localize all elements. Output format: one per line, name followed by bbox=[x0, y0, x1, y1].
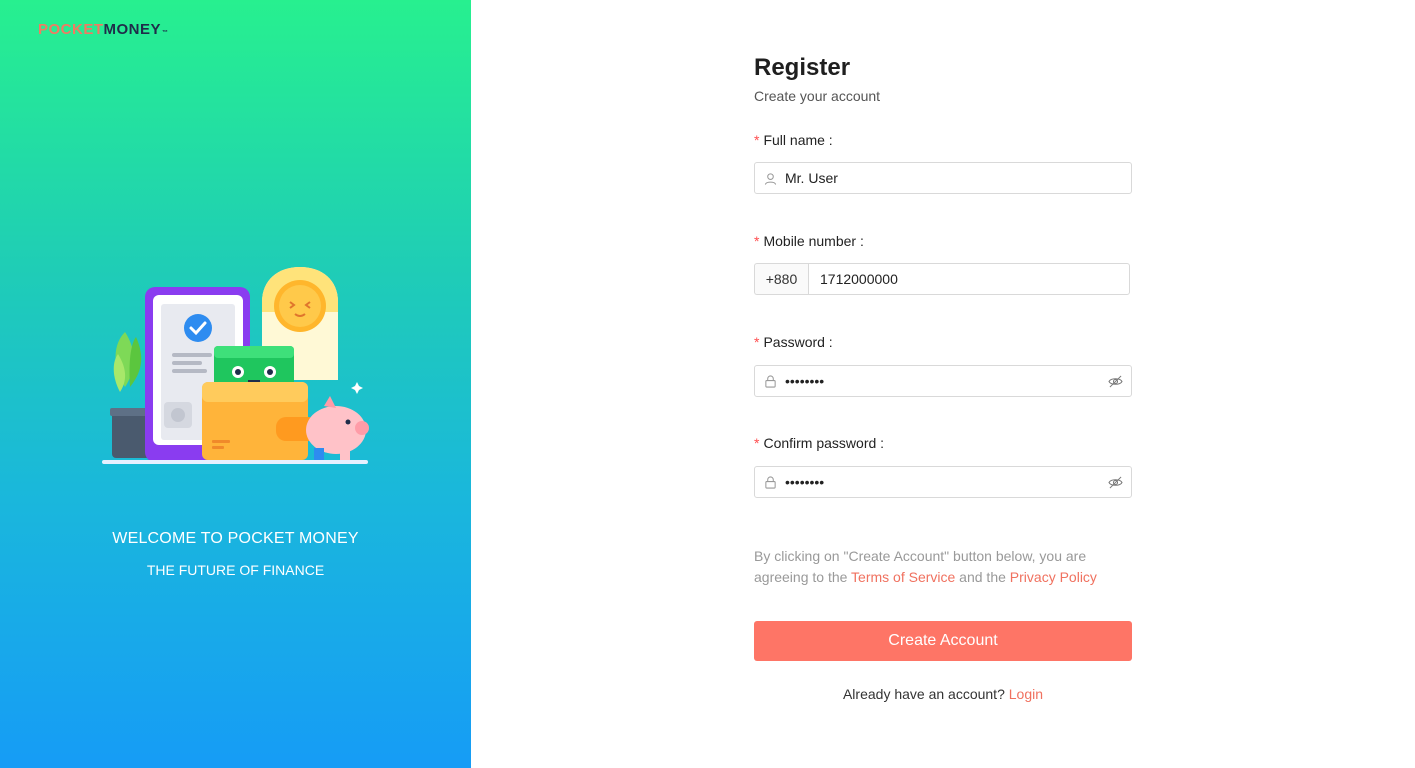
password-input[interactable] bbox=[785, 373, 1099, 389]
page-subtitle: Create your account bbox=[754, 88, 881, 104]
piggy-bank-icon bbox=[306, 396, 369, 460]
pocketmoney-logo[interactable]: POCKET MONEY ™ bbox=[38, 21, 169, 38]
confirm-password-input[interactable] bbox=[785, 474, 1099, 490]
full-name-field[interactable] bbox=[754, 162, 1132, 194]
tagline: THE FUTURE OF FINANCE bbox=[146, 562, 325, 578]
mobile-field[interactable]: +880 bbox=[754, 263, 1130, 295]
full-name-input[interactable] bbox=[785, 170, 1131, 186]
privacy-policy-link[interactable]: Privacy Policy bbox=[1010, 569, 1097, 585]
terms-of-service-link[interactable]: Terms of Service bbox=[851, 569, 955, 585]
finance-illustration bbox=[102, 267, 369, 464]
create-account-button[interactable]: Create Account bbox=[754, 621, 1132, 661]
login-link[interactable]: Login bbox=[1009, 686, 1043, 702]
confirm-password-field[interactable] bbox=[754, 466, 1132, 498]
login-prompt: Already have an account? Login bbox=[842, 686, 1044, 702]
password-field[interactable] bbox=[754, 365, 1132, 397]
register-form: Register Create your account * Full name … bbox=[754, 52, 1132, 702]
welcome-heading: WELCOME TO POCKET MONEY bbox=[112, 530, 359, 547]
agreement-text: By clicking on "Create Account" button b… bbox=[754, 548, 1097, 585]
mobile-label: * Mobile number : bbox=[754, 233, 864, 249]
wallet-icon bbox=[202, 382, 318, 460]
hero-panel: POCKET MONEY ™ WELCOME TO POCKET MONEY T… bbox=[0, 0, 471, 768]
mobile-input[interactable] bbox=[820, 271, 1129, 287]
page-title: Register bbox=[754, 54, 851, 81]
password-label: * Password : bbox=[754, 334, 833, 350]
confirm-password-label: * Confirm password : bbox=[754, 435, 885, 451]
sparkle-icon bbox=[351, 382, 363, 394]
full-name-label: * Full name : bbox=[754, 132, 833, 148]
country-code: +880 bbox=[754, 263, 808, 295]
user-icon bbox=[755, 172, 785, 185]
lock-icon bbox=[755, 475, 785, 489]
eye-invisible-icon[interactable] bbox=[1099, 476, 1131, 489]
eye-invisible-icon[interactable] bbox=[1099, 375, 1131, 388]
lock-icon bbox=[755, 374, 785, 388]
